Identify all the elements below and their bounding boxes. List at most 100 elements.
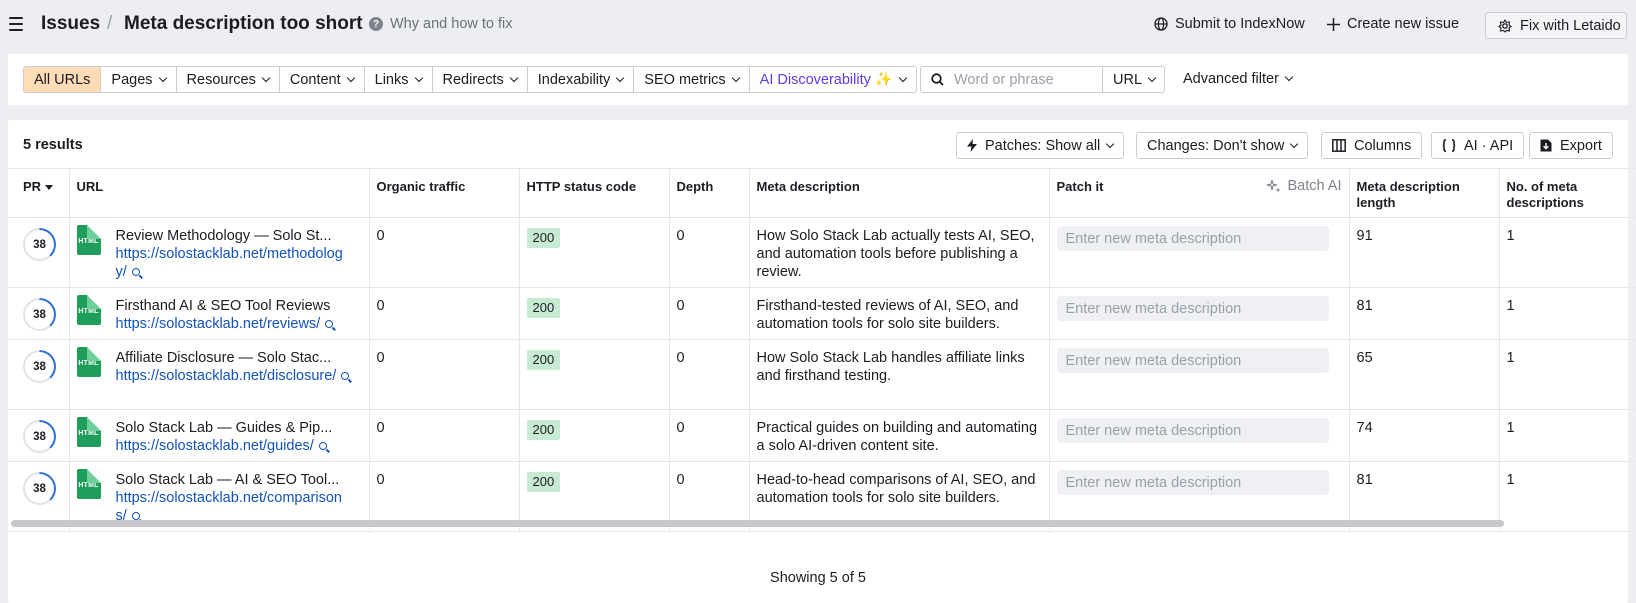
page-url-link[interactable]: https://solostacklab.net/comparisons/ (116, 490, 342, 524)
column-header-meta-length[interactable]: Meta description length (1349, 168, 1500, 218)
submit-to-indexnow-button[interactable]: Submit to IndexNow (1154, 16, 1305, 32)
columns-label: Columns (1354, 137, 1412, 154)
http-status-cell: 200 (519, 287, 670, 340)
footer-divider (8, 531, 1628, 532)
organic-traffic-cell: 0 (369, 217, 520, 288)
columns-icon (1332, 139, 1346, 152)
table-header-row: PR URL Organic traffic HTTP status code … (8, 168, 1636, 218)
why-and-how-to-fix-link[interactable]: ? Why and how to fix (369, 16, 513, 32)
breadcrumb-issues[interactable]: Issues (41, 13, 100, 35)
header-label: Meta description length (1356, 179, 1460, 210)
question-icon: ? (369, 17, 383, 31)
meta-length-cell: 74 (1349, 409, 1500, 462)
changes-filter-button[interactable]: Changes: Don't show (1136, 132, 1309, 159)
meta-count-cell: 1 (1499, 217, 1636, 288)
advanced-filter-button[interactable]: Advanced filter (1183, 71, 1294, 87)
submit-indexnow-label: Submit to IndexNow (1175, 16, 1305, 32)
export-icon (1540, 139, 1552, 152)
segment-pages[interactable]: Pages (101, 67, 177, 92)
segment-indexability[interactable]: Indexability (527, 67, 635, 92)
issues-table: PR URL Organic traffic HTTP status code … (8, 168, 1636, 532)
patch-meta-input[interactable] (1056, 348, 1329, 373)
table-row: 38 HTML Firsthand AI & SEO Tool Reviews … (8, 287, 1636, 340)
pr-score-badge: 38 (23, 420, 56, 453)
page-title-link[interactable]: Solo Stack Lab — Guides & Pip... (116, 419, 351, 437)
column-header-pr[interactable]: PR (8, 168, 70, 218)
meta-length-cell: 65 (1349, 339, 1500, 410)
header-label: No. of meta descriptions (1506, 179, 1584, 210)
horizontal-scrollbar[interactable] (11, 520, 1504, 527)
header-label: Meta description (756, 179, 860, 194)
patches-filter-button[interactable]: Patches: Show all (956, 132, 1125, 159)
column-header-url[interactable]: URL (69, 168, 370, 218)
page-title-link[interactable]: Affiliate Disclosure — Solo Stac... (116, 349, 351, 367)
chevron-down-icon (509, 73, 518, 82)
pr-score-badge: 38 (23, 298, 56, 331)
column-header-meta-count[interactable]: No. of meta descriptions (1499, 168, 1636, 218)
page-url-link[interactable]: https://solostacklab.net/methodology/ (116, 246, 343, 280)
search-icon (931, 73, 944, 86)
chevron-down-icon (158, 73, 167, 82)
ai-api-button[interactable]: AI · API (1431, 132, 1525, 159)
http-status-cell: 200 (519, 339, 670, 410)
segment-all-urls[interactable]: All URLs (24, 67, 102, 92)
segment-ai-discoverability[interactable]: AI Discoverability ✨ (749, 67, 916, 92)
segment-links[interactable]: Links (364, 67, 433, 92)
pr-cell: 38 (8, 287, 70, 340)
magnifier-icon[interactable] (341, 372, 350, 380)
pr-score-badge: 38 (23, 350, 56, 383)
batch-ai-label: Batch AI (1287, 178, 1342, 194)
url-cell: HTML Solo Stack Lab — Guides & Pip... ht… (69, 409, 370, 462)
sparkle-icon (1267, 179, 1282, 193)
segment-content[interactable]: Content (279, 67, 365, 92)
patch-meta-input[interactable] (1056, 418, 1329, 443)
patch-cell (1049, 217, 1350, 288)
lightning-icon (967, 139, 977, 152)
segment-resources[interactable]: Resources (176, 67, 280, 92)
export-label: Export (1560, 137, 1602, 154)
pr-score: 38 (33, 430, 46, 443)
column-header-organic-traffic[interactable]: Organic traffic (369, 168, 520, 218)
status-badge: 200 (526, 420, 561, 440)
column-header-http-status[interactable]: HTTP status code (519, 168, 670, 218)
export-button[interactable]: Export (1529, 132, 1613, 159)
hamburger-menu-icon[interactable] (9, 17, 23, 31)
changes-label: Changes: Don't show (1147, 137, 1285, 154)
pr-score: 38 (33, 238, 46, 251)
search-input[interactable] (954, 71, 1094, 88)
search-scope-select[interactable]: URL (1102, 66, 1165, 93)
patch-meta-input[interactable] (1056, 296, 1329, 321)
page-url-link[interactable]: https://solostacklab.net/reviews/ (116, 316, 321, 332)
segment-label: SEO metrics (644, 71, 726, 88)
chevron-down-icon (898, 73, 908, 82)
magnifier-icon[interactable] (325, 320, 334, 328)
header-label: PR (23, 179, 42, 194)
create-new-issue-button[interactable]: Create new issue (1327, 16, 1459, 32)
fix-with-letaido-button[interactable]: Fix with Letaido (1485, 12, 1627, 39)
patch-meta-input[interactable] (1056, 226, 1329, 251)
batch-ai-button[interactable]: Batch AI (1267, 178, 1342, 194)
url-cell: HTML Firsthand AI & SEO Tool Reviews htt… (69, 287, 370, 340)
magnifier-icon[interactable] (131, 268, 140, 276)
patch-meta-input[interactable] (1056, 470, 1329, 495)
page-url-link[interactable]: https://solostacklab.net/disclosure/ (116, 368, 337, 384)
status-badge: 200 (526, 298, 561, 318)
column-header-depth[interactable]: Depth (669, 168, 750, 218)
segment-label: AI Discoverability ✨ (759, 72, 893, 88)
segment-label: Content (289, 71, 341, 88)
magnifier-icon[interactable] (131, 512, 140, 520)
segment-redirects[interactable]: Redirects (432, 67, 528, 92)
page-url-link[interactable]: https://solostacklab.net/guides/ (116, 438, 314, 454)
depth-cell: 0 (669, 409, 750, 462)
page-title-link[interactable]: Solo Stack Lab — AI & SEO Tool... (116, 471, 351, 489)
segment-seo-metrics[interactable]: SEO metrics (634, 67, 750, 92)
html-file-icon: HTML (76, 295, 101, 325)
page-title-link[interactable]: Review Methodology — Solo St... (116, 227, 351, 245)
magnifier-icon[interactable] (318, 442, 327, 450)
columns-button[interactable]: Columns (1321, 132, 1423, 159)
column-header-meta-description[interactable]: Meta description (749, 168, 1050, 218)
meta-description-cell: How Solo Stack Lab actually tests AI, SE… (749, 217, 1050, 288)
chevron-down-icon (261, 73, 271, 82)
depth-cell: 0 (669, 287, 750, 340)
page-title-link[interactable]: Firsthand AI & SEO Tool Reviews (116, 297, 351, 315)
